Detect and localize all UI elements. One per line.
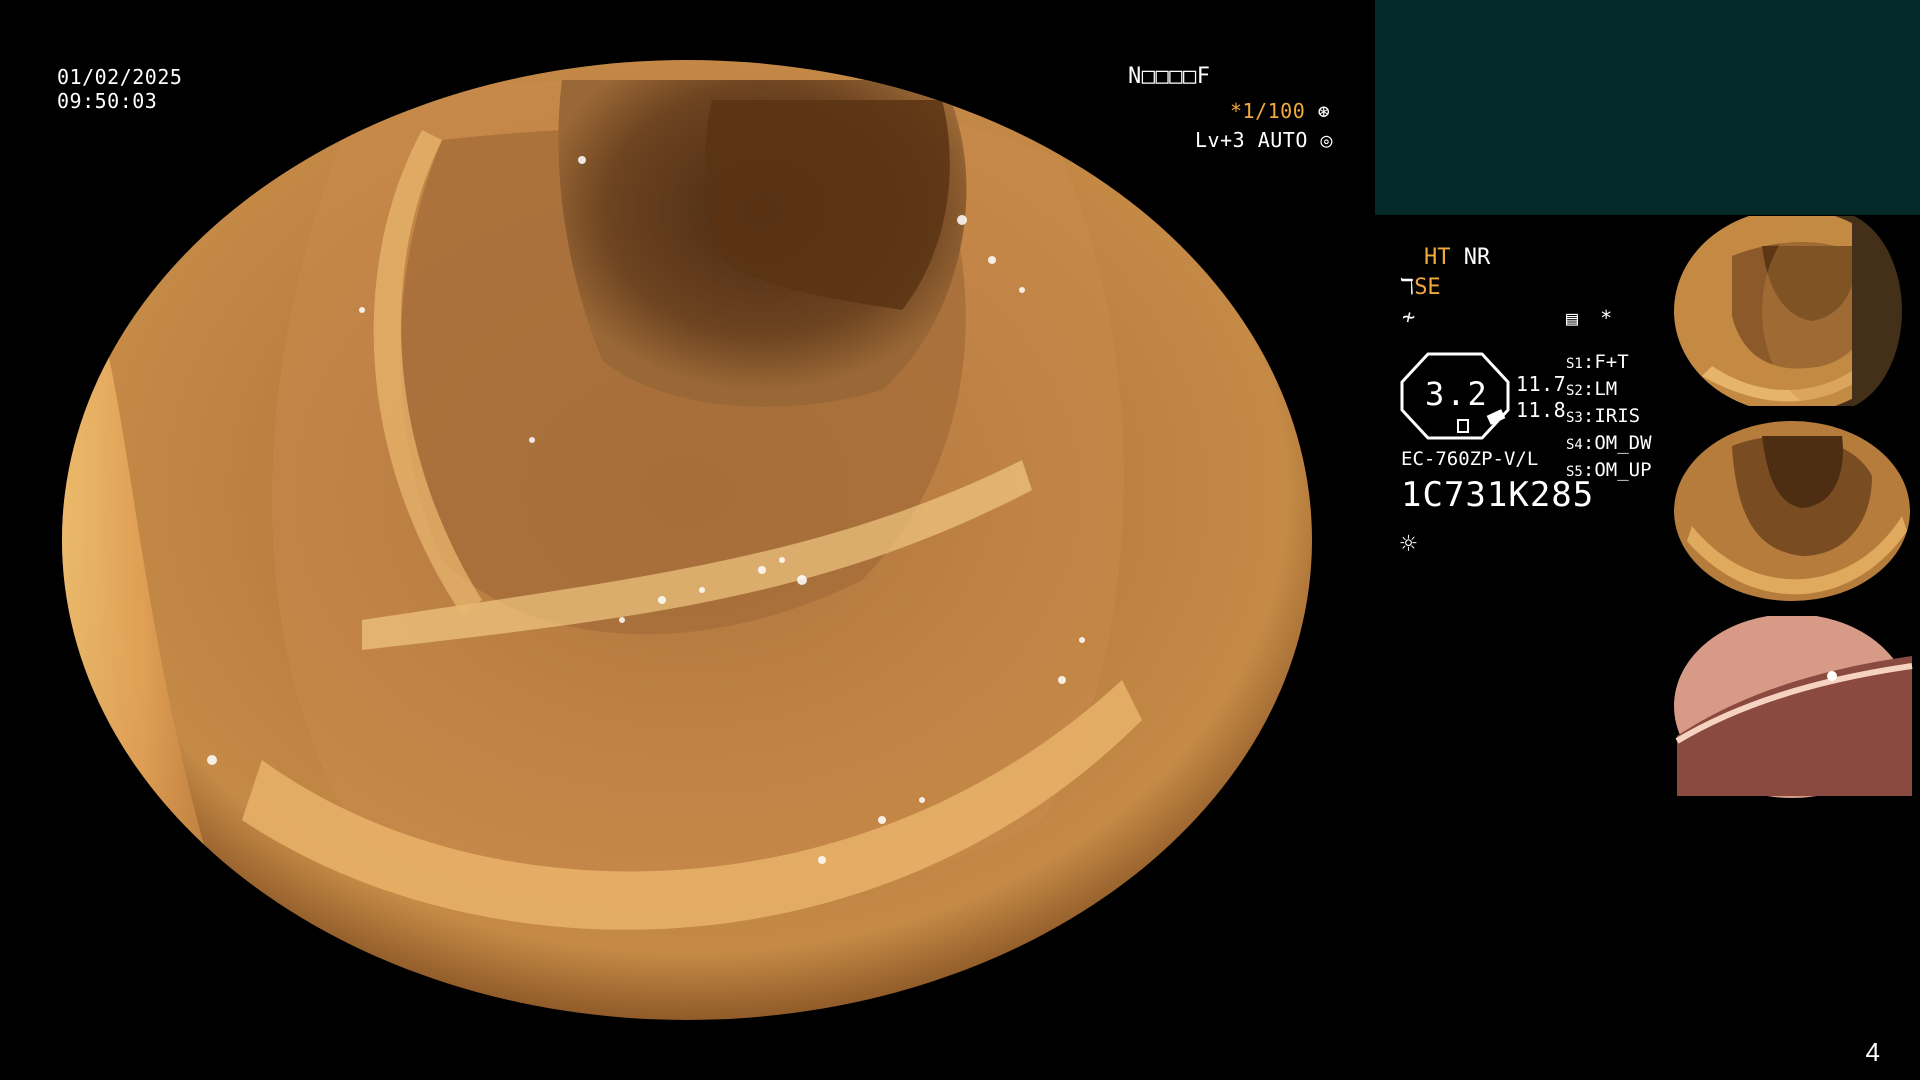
date-label: 01/02/2025 — [57, 65, 183, 89]
switch-row: S5:OM_UP — [1566, 459, 1652, 481]
thumbnail-3[interactable] — [1672, 616, 1920, 806]
level-label: Lv+3 AUTO ◎ — [1195, 127, 1333, 153]
thumbnail-2[interactable] — [1672, 416, 1920, 606]
value-bottom: 11.8 — [1516, 398, 1567, 422]
info-panel-background — [1375, 0, 1920, 215]
thumbnail-1[interactable] — [1672, 216, 1920, 406]
aperture-icon: ⊛ — [1317, 99, 1331, 123]
switch-row: S2:LM — [1566, 378, 1618, 400]
patient-id-label: N□□□□F — [1128, 64, 1211, 89]
page-number: 4 — [1865, 1037, 1880, 1067]
time-label: 09:50:03 — [57, 89, 158, 113]
enhancement-nr: NR — [1463, 245, 1491, 270]
endoscope-live-view — [62, 60, 1312, 1020]
level-value: Lv+3 AUTO — [1195, 128, 1308, 152]
memo-status: ▤ * — [1566, 304, 1612, 332]
memo-icon: ▤ — [1566, 306, 1579, 330]
endoscopy-screen: 01/02/2025 09:50:03 N□□□□F *1/100 ⊛ Lv+3… — [0, 0, 1920, 1080]
mode-se: SE — [1414, 275, 1441, 300]
switch-row: S1:F+T — [1566, 351, 1629, 373]
memo-star: * — [1600, 306, 1613, 330]
mode-status: ℸSE — [1400, 274, 1441, 302]
shutter-speed-value: *1/100 — [1230, 99, 1306, 123]
value-top: 11.7 — [1516, 372, 1567, 396]
shutter-speed-label: *1/100 ⊛ — [1230, 98, 1330, 124]
scope-model: EC-760ZP-V/L — [1401, 448, 1539, 470]
magnification-value: 3.2 — [1425, 375, 1489, 413]
switch-row: S3:IRIS — [1566, 405, 1641, 427]
enhancement-ht: HT — [1424, 245, 1451, 270]
enhancement-status: HT NR — [1424, 244, 1490, 272]
switch-row: S4:OM_DW — [1566, 432, 1652, 454]
f-icon: ≁ — [1402, 305, 1416, 330]
iris-icon: ◎ — [1320, 128, 1333, 152]
scope-icon: ℸ — [1400, 275, 1415, 300]
brightness-icon: ☼ — [1400, 527, 1417, 560]
switch-list: S1:F+T S2:LM S3:IRIS S4:OM_DW S5:OM_UP — [1566, 350, 1652, 485]
